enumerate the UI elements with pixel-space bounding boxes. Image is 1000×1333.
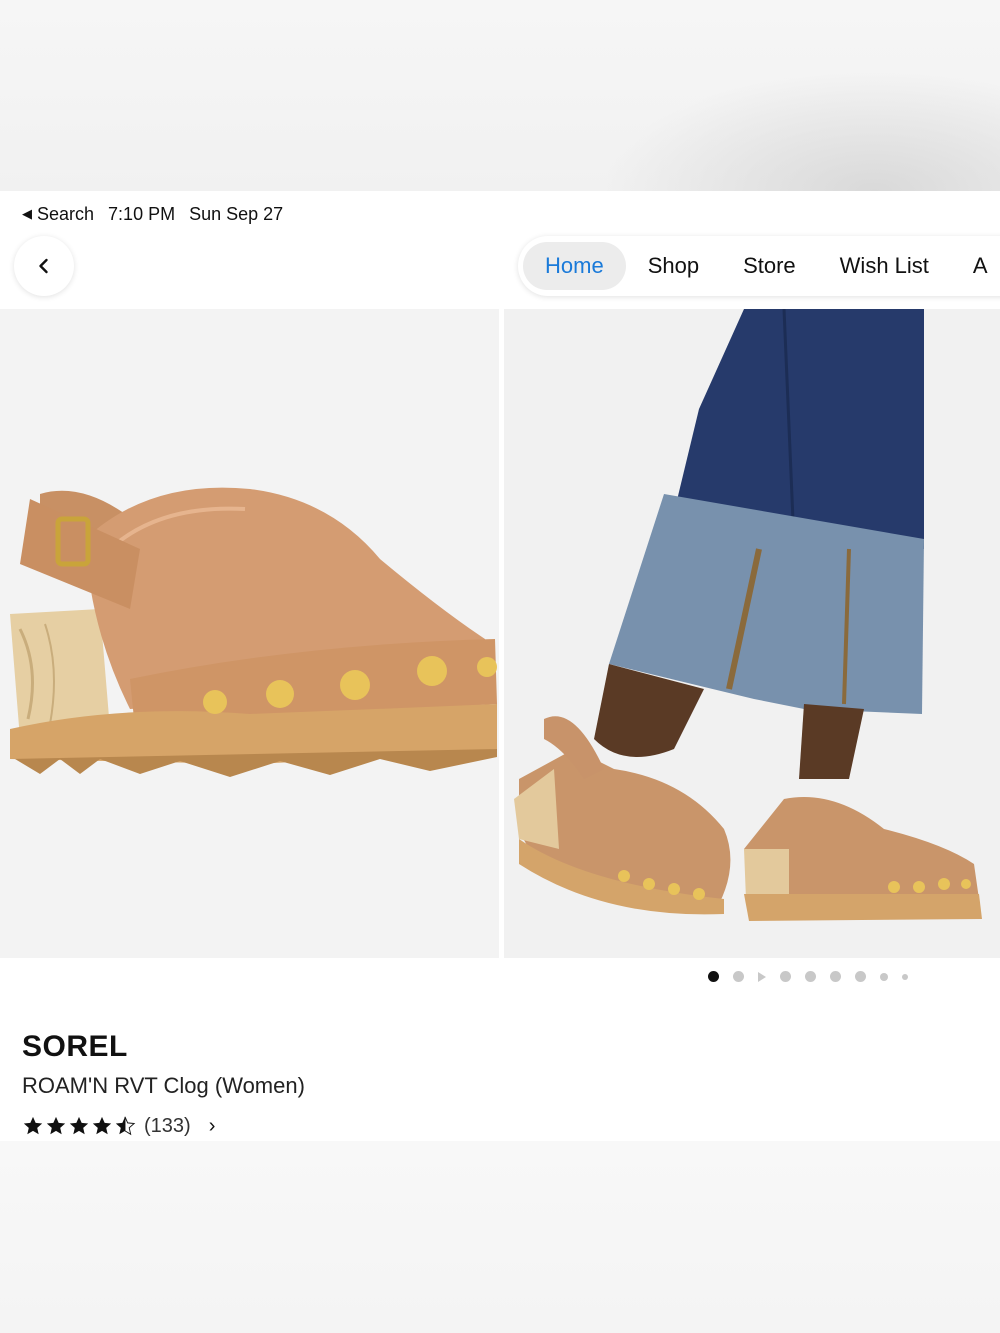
chevron-left-icon bbox=[39, 258, 48, 274]
gallery-page-indicator[interactable] bbox=[708, 971, 908, 982]
chevron-right-icon[interactable]: › bbox=[209, 1115, 216, 1138]
product-photo-model-wearing-clogs[interactable] bbox=[504, 309, 1000, 958]
tab-overflow[interactable]: A bbox=[951, 242, 1000, 290]
page-dot[interactable] bbox=[830, 971, 841, 982]
status-time: 7:10 PM bbox=[108, 203, 176, 224]
product-image-gallery[interactable] bbox=[0, 309, 1000, 958]
back-to-app-icon[interactable]: ◀ bbox=[22, 206, 32, 222]
page-dot[interactable] bbox=[902, 973, 908, 980]
tab-shop[interactable]: Shop bbox=[626, 242, 721, 290]
star-full-icon bbox=[46, 1116, 66, 1135]
star-rating bbox=[22, 1115, 136, 1137]
product-title: ROAM'N RVT Clog (Women) bbox=[22, 1073, 305, 1098]
blurred-background-top bbox=[0, 0, 1000, 191]
star-full-icon bbox=[69, 1116, 89, 1135]
tab-store[interactable]: Store bbox=[721, 242, 818, 290]
status-bar: ◀ Search 7:10 PM Sun Sep 27 bbox=[22, 202, 283, 226]
star-full-icon bbox=[92, 1116, 112, 1135]
back-button[interactable] bbox=[14, 236, 74, 296]
page-dot[interactable] bbox=[855, 971, 866, 982]
tab-wish-list[interactable]: Wish List bbox=[818, 242, 951, 290]
tab-home[interactable]: Home bbox=[523, 242, 626, 290]
clog-illustration bbox=[10, 487, 497, 777]
model-illustration bbox=[514, 309, 982, 921]
page-dot[interactable] bbox=[780, 971, 791, 982]
page-dot[interactable] bbox=[805, 971, 816, 982]
product-photo-clog-side-view[interactable] bbox=[0, 309, 499, 958]
star-half-icon bbox=[115, 1116, 136, 1136]
page-dot[interactable] bbox=[708, 971, 719, 982]
video-play-icon[interactable] bbox=[758, 971, 766, 982]
blurred-background-bottom bbox=[0, 1141, 1000, 1333]
rating-summary[interactable]: (133) › bbox=[22, 1113, 215, 1139]
review-count[interactable]: (133) bbox=[144, 1115, 191, 1138]
star-full-icon bbox=[23, 1116, 43, 1135]
page-dot[interactable] bbox=[733, 971, 744, 982]
back-to-app-label[interactable]: Search bbox=[37, 204, 94, 225]
product-brand[interactable]: SOREL bbox=[22, 1030, 128, 1064]
top-navigation: Home Shop Store Wish List A bbox=[518, 236, 1000, 296]
page-dot[interactable] bbox=[880, 972, 888, 981]
status-date: Sun Sep 27 bbox=[189, 203, 284, 224]
